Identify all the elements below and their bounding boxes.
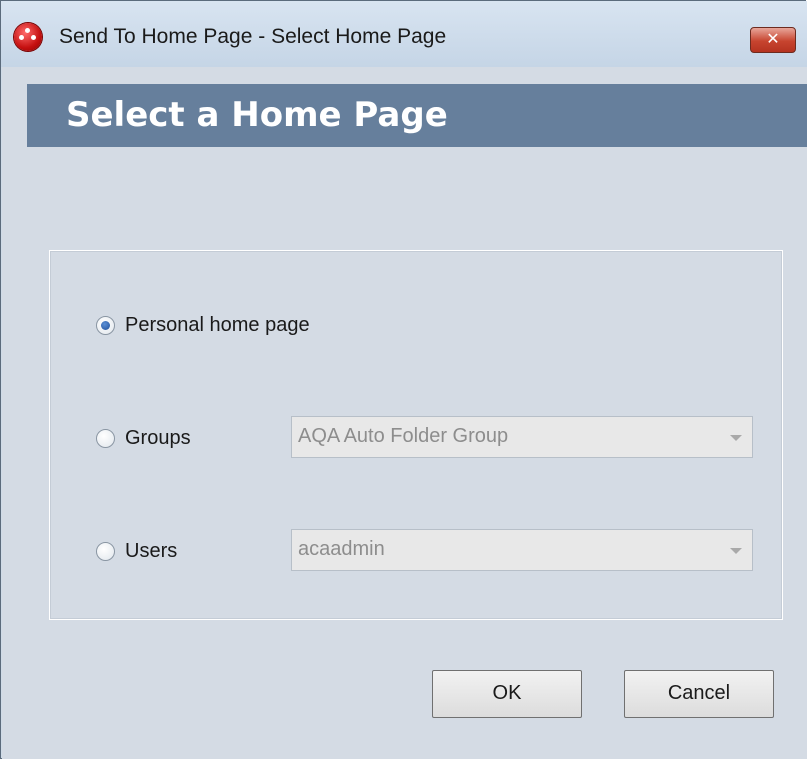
ok-button[interactable]: OK bbox=[432, 670, 582, 718]
users-option[interactable]: Users bbox=[96, 539, 177, 563]
dialog-content: Select a Home Page Personal home page Gr… bbox=[2, 67, 807, 759]
groups-label: Groups bbox=[125, 426, 191, 449]
groups-option[interactable]: Groups bbox=[96, 426, 191, 450]
window-title: Send To Home Page - Select Home Page bbox=[59, 25, 447, 48]
chevron-down-icon bbox=[730, 548, 742, 554]
groups-radio[interactable] bbox=[96, 428, 115, 448]
personal-home-page-option[interactable]: Personal home page bbox=[96, 313, 310, 337]
page-title: Select a Home Page bbox=[66, 95, 448, 135]
groups-dropdown[interactable]: AQA Auto Folder Group bbox=[291, 416, 753, 458]
groups-dropdown-value: AQA Auto Folder Group bbox=[298, 425, 509, 447]
title-bar[interactable]: Send To Home Page - Select Home Page ✕ bbox=[1, 1, 807, 67]
users-radio[interactable] bbox=[96, 541, 115, 561]
header-banner: Select a Home Page bbox=[27, 84, 807, 147]
personal-home-page-label: Personal home page bbox=[125, 313, 310, 336]
dialog-window: Send To Home Page - Select Home Page ✕ S… bbox=[0, 0, 807, 759]
chevron-down-icon bbox=[730, 435, 742, 441]
close-button[interactable]: ✕ bbox=[750, 27, 796, 53]
close-icon: ✕ bbox=[766, 31, 780, 48]
users-dropdown[interactable]: acaadmin bbox=[291, 529, 753, 571]
users-dropdown-value: acaadmin bbox=[298, 538, 385, 560]
app-logo-icon bbox=[14, 23, 42, 51]
personal-home-page-radio[interactable] bbox=[96, 315, 115, 335]
users-label: Users bbox=[125, 539, 178, 562]
home-page-options-group: Personal home page Groups AQA Auto Folde… bbox=[49, 250, 783, 620]
cancel-button[interactable]: Cancel bbox=[624, 670, 774, 718]
